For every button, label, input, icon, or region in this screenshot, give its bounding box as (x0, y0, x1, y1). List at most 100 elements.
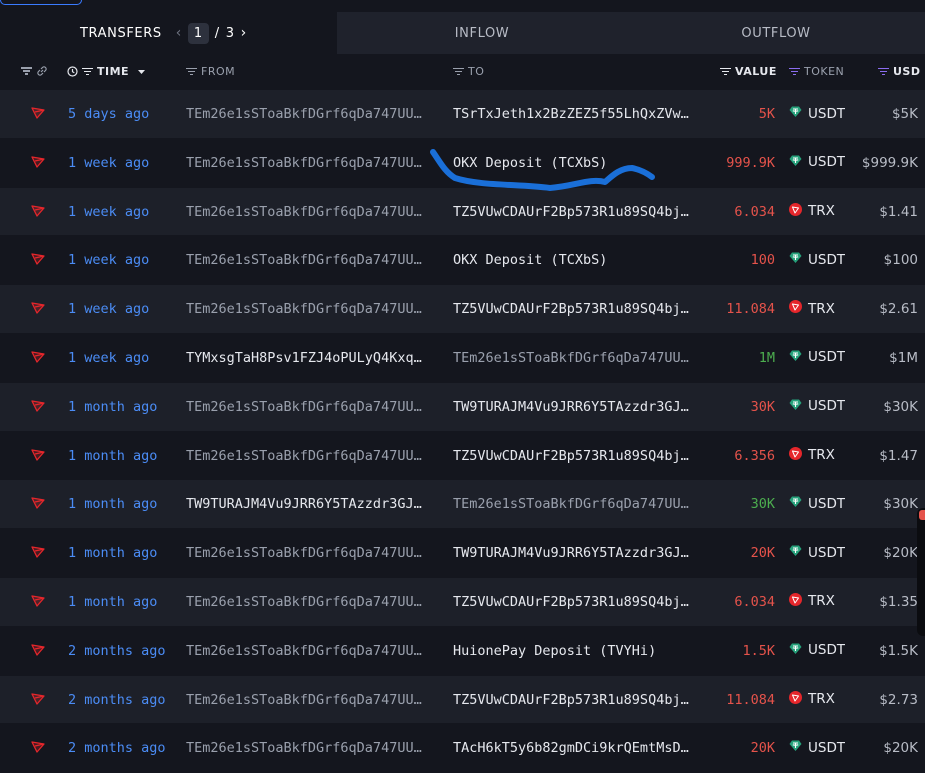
top-button-edge[interactable] (0, 0, 82, 5)
row-time[interactable]: 1 month ago (68, 594, 178, 610)
table-row[interactable]: 2 months ago TEm26e1sSToaBkfDGrf6qDa747UU… (0, 724, 925, 773)
row-to-address[interactable]: TZ5VUwCDAUrF2Bp573R1u89SQ4bj… (453, 448, 705, 464)
table-row[interactable]: 1 week ago TYMxsgTaH8Psv1FZJ4oPULyQ4Kxq… T… (0, 333, 925, 383)
row-from-address[interactable]: TEm26e1sSToaBkfDGrf6qDa747UU… (186, 448, 438, 464)
tron-chain-icon (31, 253, 45, 266)
filter-icon[interactable] (21, 67, 32, 75)
row-to-address[interactable]: TW9TURAJM4Vu9JRR6Y5TAzzdr3GJ… (453, 545, 705, 561)
row-token[interactable]: TRX (789, 690, 835, 708)
row-to-address[interactable]: TZ5VUwCDAUrF2Bp573R1u89SQ4bj… (453, 301, 705, 317)
tron-chain-icon (31, 644, 45, 656)
row-usd-value: $5K (891, 106, 918, 122)
row-time[interactable]: 1 week ago (68, 252, 178, 268)
row-to-address[interactable]: TEm26e1sSToaBkfDGrf6qDa747UU… (453, 350, 705, 366)
row-from-address[interactable]: TEm26e1sSToaBkfDGrf6qDa747UU… (186, 204, 438, 220)
row-to-address[interactable]: HuionePay Deposit (TVYHi) (453, 643, 705, 659)
row-to-address[interactable]: TSrTxJeth1x2BzZEZ5f55LhQxZVw… (453, 106, 705, 122)
row-token[interactable]: USDT (789, 398, 845, 415)
filter-icon[interactable] (186, 67, 197, 76)
row-time[interactable]: 5 days ago (68, 106, 178, 122)
row-time[interactable]: 1 month ago (68, 545, 178, 561)
table-row[interactable]: 1 month ago TW9TURAJM4Vu9JRR6Y5TAzzdr3GJ…… (0, 480, 925, 530)
row-token[interactable]: USDT (789, 251, 845, 268)
filter-icon[interactable] (453, 67, 464, 76)
tab-outflow[interactable]: OUTFLOW (627, 12, 925, 54)
table-row[interactable]: 1 week ago TEm26e1sSToaBkfDGrf6qDa747UU… T… (0, 187, 925, 237)
row-time[interactable]: 1 month ago (68, 448, 178, 464)
table-row[interactable]: 1 month ago TEm26e1sSToaBkfDGrf6qDa747UU…… (0, 577, 925, 627)
row-from-address[interactable]: TEm26e1sSToaBkfDGrf6qDa747UU… (186, 740, 438, 756)
page-current[interactable]: 1 (187, 22, 209, 44)
row-token[interactable]: USDT (789, 105, 845, 122)
row-time[interactable]: 1 week ago (68, 155, 178, 171)
row-token[interactable]: TRX (789, 300, 835, 317)
table-header: TIME FROM TO VALUE TOKEN USD (0, 54, 925, 90)
row-from-address[interactable]: TEm26e1sSToaBkfDGrf6qDa747UU… (186, 643, 438, 659)
chevron-right-icon[interactable]: › (241, 25, 247, 41)
usd-column-header[interactable]: USD (878, 65, 921, 78)
filter-icon[interactable] (789, 67, 800, 76)
row-from-address[interactable]: TW9TURAJM4Vu9JRR6Y5TAzzdr3GJ… (186, 496, 438, 512)
row-time[interactable]: 1 week ago (68, 301, 178, 317)
table-row[interactable]: 1 week ago TEm26e1sSToaBkfDGrf6qDa747UU… O… (0, 236, 925, 286)
row-token[interactable]: TRX (789, 446, 835, 464)
row-time[interactable]: 2 months ago (68, 643, 178, 659)
row-from-address[interactable]: TYMxsgTaH8Psv1FZJ4oPULyQ4Kxq… (186, 350, 438, 366)
row-from-address[interactable]: TEm26e1sSToaBkfDGrf6qDa747UU… (186, 545, 438, 561)
row-time[interactable]: 1 week ago (68, 204, 178, 220)
tron-chain-icon (31, 156, 45, 168)
row-token-symbol: TRX (808, 300, 835, 317)
row-token[interactable]: TRX (789, 202, 835, 220)
row-from-address[interactable]: TEm26e1sSToaBkfDGrf6qDa747UU… (186, 155, 438, 171)
row-time[interactable]: 2 months ago (68, 692, 178, 708)
row-to-address[interactable]: TZ5VUwCDAUrF2Bp573R1u89SQ4bj… (453, 204, 705, 220)
row-time[interactable]: 1 month ago (68, 496, 178, 512)
row-from-address[interactable]: TEm26e1sSToaBkfDGrf6qDa747UU… (186, 692, 438, 708)
filter-icon[interactable] (82, 67, 93, 76)
table-row[interactable]: 2 months ago TEm26e1sSToaBkfDGrf6qDa747UU… (0, 675, 925, 725)
filter-icon[interactable] (720, 67, 731, 76)
row-token[interactable]: USDT (789, 154, 845, 171)
row-to-address[interactable]: TW9TURAJM4Vu9JRR6Y5TAzzdr3GJ… (453, 399, 705, 415)
table-row[interactable]: 5 days ago TEm26e1sSToaBkfDGrf6qDa747UU… T… (0, 90, 925, 139)
row-from-address[interactable]: TEm26e1sSToaBkfDGrf6qDa747UU… (186, 106, 438, 122)
row-time[interactable]: 2 months ago (68, 740, 178, 756)
row-to-address[interactable]: OKX Deposit (TCXbS) (453, 155, 705, 171)
row-token[interactable]: USDT (789, 544, 845, 561)
row-from-address[interactable]: TEm26e1sSToaBkfDGrf6qDa747UU… (186, 399, 438, 415)
row-token[interactable]: TRX (789, 592, 835, 610)
tab-inflow[interactable]: INFLOW (337, 12, 627, 54)
row-token[interactable]: USDT (789, 495, 845, 512)
row-token[interactable]: USDT (789, 349, 845, 366)
row-from-address[interactable]: TEm26e1sSToaBkfDGrf6qDa747UU… (186, 594, 438, 610)
row-from-address[interactable]: TEm26e1sSToaBkfDGrf6qDa747UU… (186, 301, 438, 317)
tab-transfers[interactable]: TRANSFERS ‹ 1 / 3 › (0, 12, 337, 54)
to-column-label: TO (468, 65, 485, 78)
row-to-address[interactable]: TAcH6kT5y6b82gmDCi9krQEmtMsD… (453, 740, 705, 756)
row-token[interactable]: USDT (789, 739, 845, 756)
side-scroll-widget[interactable] (917, 508, 925, 636)
row-token-symbol: TRX (808, 203, 835, 220)
row-to-address[interactable]: TZ5VUwCDAUrF2Bp573R1u89SQ4bj… (453, 692, 705, 708)
row-to-address[interactable]: TZ5VUwCDAUrF2Bp573R1u89SQ4bj… (453, 594, 705, 610)
tron-chain-icon (31, 595, 45, 607)
time-column-header[interactable]: TIME (67, 65, 146, 78)
sort-desc-icon[interactable] (137, 69, 146, 75)
row-to-address[interactable]: OKX Deposit (TCXbS) (453, 252, 705, 268)
row-from-address[interactable]: TEm26e1sSToaBkfDGrf6qDa747UU… (186, 252, 438, 268)
row-usd-value: $100 (883, 252, 918, 269)
filter-icon[interactable] (878, 67, 889, 76)
chevron-left-icon[interactable]: ‹ (176, 25, 182, 41)
table-row[interactable]: 1 week ago TEm26e1sSToaBkfDGrf6qDa747UU… O… (0, 138, 925, 188)
row-to-address[interactable]: TEm26e1sSToaBkfDGrf6qDa747UU… (453, 496, 705, 512)
value-column-header[interactable]: VALUE (720, 65, 777, 78)
table-row[interactable]: 2 months ago TEm26e1sSToaBkfDGrf6qDa747UU… (0, 626, 925, 676)
table-row[interactable]: 1 month ago TEm26e1sSToaBkfDGrf6qDa747UU…… (0, 529, 925, 578)
table-row[interactable]: 1 week ago TEm26e1sSToaBkfDGrf6qDa747UU… T… (0, 285, 925, 334)
row-usd-value: $1.35 (879, 593, 918, 610)
row-time[interactable]: 1 month ago (68, 399, 178, 415)
row-time[interactable]: 1 week ago (68, 350, 178, 366)
row-token[interactable]: USDT (789, 642, 845, 659)
table-row[interactable]: 1 month ago TEm26e1sSToaBkfDGrf6qDa747UU…… (0, 431, 925, 481)
table-row[interactable]: 1 month ago TEm26e1sSToaBkfDGrf6qDa747UU…… (0, 382, 925, 432)
